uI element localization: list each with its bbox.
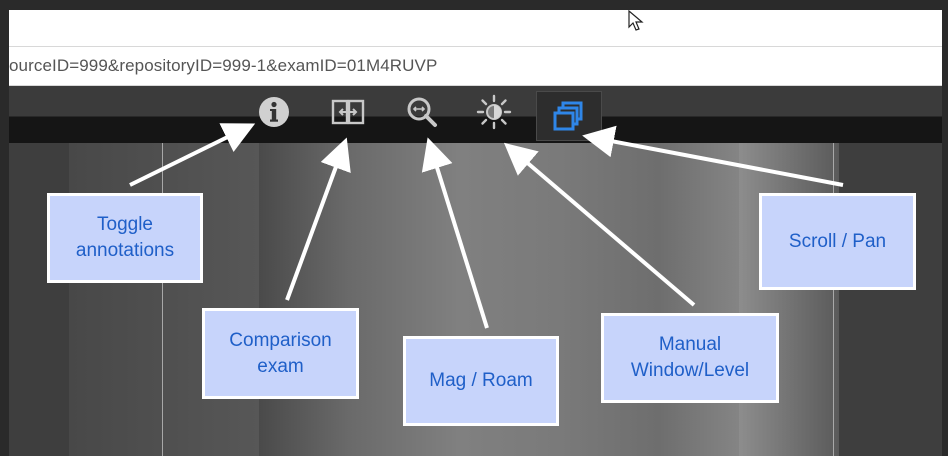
scroll-pan-button[interactable] — [536, 91, 602, 141]
address-bar[interactable]: ourceID=999&repositoryID=999-1&examID=01… — [9, 46, 942, 86]
callout-comparison-exam-text: Comparison exam — [229, 329, 332, 377]
callout-toggle-annotations: Toggle annotations — [47, 193, 203, 283]
xray-image-right-region — [739, 143, 839, 456]
magnify-icon — [407, 97, 437, 127]
callout-mag-roam-text: Mag / Roam — [429, 370, 533, 391]
viewport-divider-right — [833, 143, 834, 456]
mag-roam-button[interactable] — [404, 94, 440, 130]
callout-manual-window-level-text: Manual Window/Level — [630, 334, 750, 381]
callout-toggle-annotations-text: Toggle annotations — [75, 214, 175, 261]
browser-tab-strip — [9, 10, 942, 46]
window-frame-top — [0, 0, 948, 10]
callout-manual-window-level: Manual Window/Level — [601, 313, 779, 403]
window-frame-left — [0, 0, 9, 456]
stacked-windows-icon — [553, 101, 583, 131]
brightness-icon — [476, 94, 512, 130]
window-frame-right — [942, 0, 948, 456]
info-icon — [259, 97, 289, 127]
callout-scroll-pan-text: Scroll / Pan — [788, 230, 887, 252]
comparison-exam-button[interactable] — [330, 94, 366, 130]
mouse-cursor-icon — [628, 10, 644, 31]
xray-image-left-region — [69, 143, 259, 456]
comparison-icon — [331, 99, 365, 125]
url-text[interactable]: ourceID=999&repositoryID=999-1&examID=01… — [9, 56, 437, 76]
toggle-annotations-button[interactable] — [256, 94, 292, 130]
viewport-divider-left — [162, 143, 163, 456]
callout-scroll-pan: Scroll / Pan — [759, 193, 916, 290]
callout-mag-roam: Mag / Roam — [403, 336, 559, 426]
callout-comparison-exam: Comparison exam — [202, 308, 359, 399]
window-level-button[interactable] — [476, 94, 512, 130]
